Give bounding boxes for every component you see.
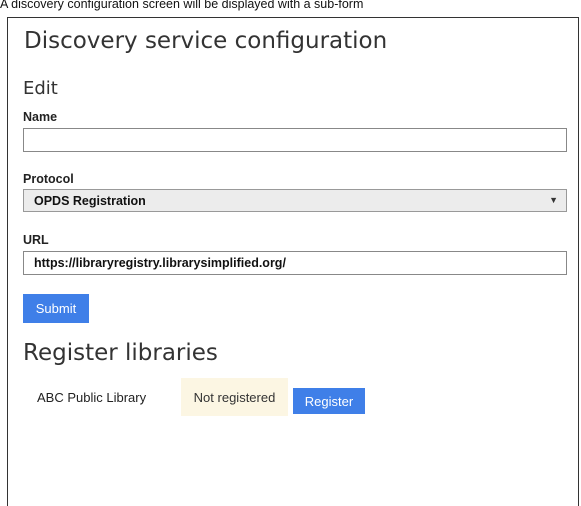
protocol-label: Protocol <box>23 172 74 186</box>
library-name: ABC Public Library <box>37 390 147 405</box>
name-label: Name <box>23 110 58 124</box>
register-button[interactable]: Register <box>293 388 365 414</box>
url-input[interactable]: https://libraryregistry.librarysimplifie… <box>23 251 567 275</box>
url-label: URL <box>23 233 49 247</box>
name-input[interactable] <box>23 128 567 152</box>
page-title: Discovery service configuration <box>24 28 388 54</box>
protocol-selected-value: OPDS Registration <box>34 194 146 208</box>
caption-text: A discovery configuration screen will be… <box>0 0 364 11</box>
submit-button[interactable]: Submit <box>23 294 89 323</box>
edit-section-title: Edit <box>23 78 58 99</box>
protocol-select[interactable]: OPDS Registration ▼ <box>23 189 567 212</box>
register-libraries-title: Register libraries <box>23 340 218 366</box>
status-badge: Not registered <box>181 378 288 416</box>
discovery-config-panel: Discovery service configuration Edit Nam… <box>7 17 579 506</box>
chevron-down-icon: ▼ <box>549 195 558 205</box>
